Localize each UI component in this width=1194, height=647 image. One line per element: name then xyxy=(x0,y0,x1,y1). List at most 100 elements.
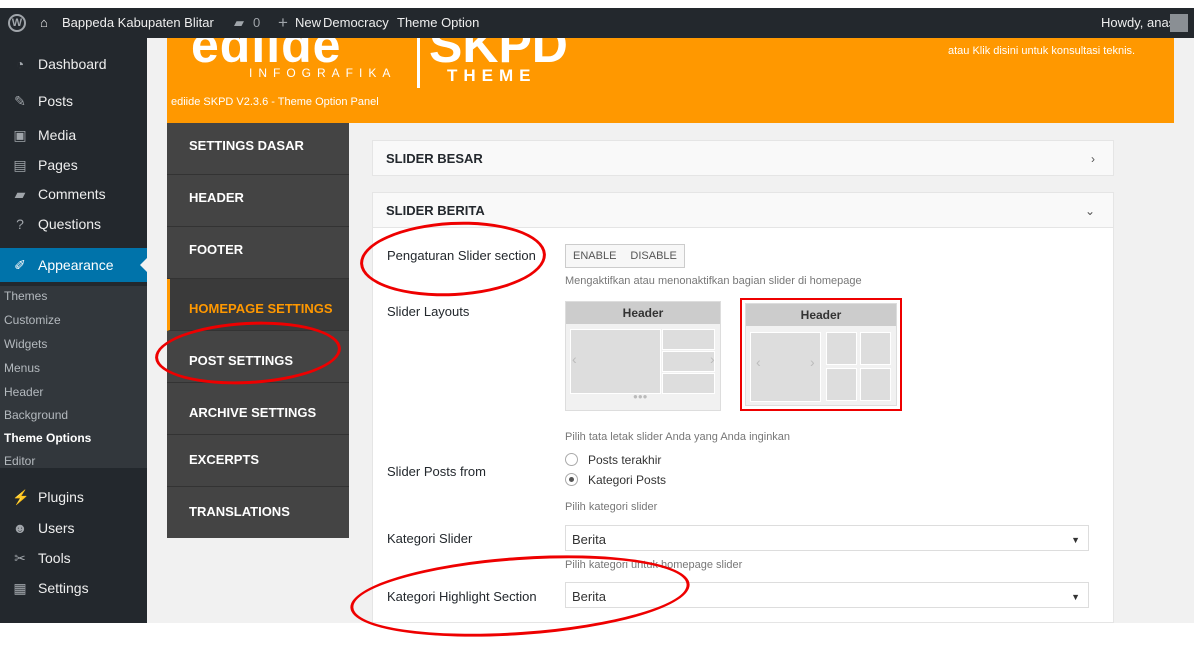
sidebar-item-appearance[interactable]: ✐ Appearance xyxy=(0,248,148,282)
tab-post-settings[interactable]: POST SETTINGS xyxy=(167,331,349,383)
consult-link[interactable]: atau Klik disini untuk konsultasi teknis… xyxy=(948,45,1135,57)
chevron-right-icon: › xyxy=(1091,152,1095,166)
howdy-link[interactable]: Howdy, anas xyxy=(1101,8,1175,38)
slider-berita-body: Pengaturan Slider section ENABLE DISABLE… xyxy=(372,228,1114,623)
logo-theme: THEME xyxy=(447,66,537,85)
options-panel: SLIDER BESAR › SLIDER BERITA ⌄ Pengatura… xyxy=(349,123,1134,623)
layout-block xyxy=(662,329,715,350)
sidebar-item-label: Pages xyxy=(38,157,78,173)
kategori-slider-label: Kategori Slider xyxy=(387,531,473,546)
sidebar-item-users[interactable]: ☻ Users xyxy=(0,515,147,541)
radio-label: Kategori Posts xyxy=(588,473,667,487)
avatar[interactable] xyxy=(1170,14,1188,32)
comments-count[interactable]: 0 xyxy=(253,8,260,38)
sidebar-item-label: Posts xyxy=(38,93,74,109)
layout-block xyxy=(860,368,891,401)
submenu-background[interactable]: Background xyxy=(4,405,68,425)
sidebar-item-tools[interactable]: ✂ Tools xyxy=(0,545,147,571)
layout-block xyxy=(570,329,661,394)
tab-archive-settings[interactable]: ARCHIVE SETTINGS xyxy=(167,383,349,435)
sidebar-item-dashboard[interactable]: ◔ Dashboard xyxy=(0,51,147,77)
home-icon[interactable]: ⌂ xyxy=(40,8,48,38)
content-area: ediide INFOGRAFIKA SKPD THEME ediide SKP… xyxy=(147,38,1194,623)
new-link[interactable]: New xyxy=(295,8,321,38)
submenu-header[interactable]: Header xyxy=(4,382,43,402)
sidebar-item-label: Questions xyxy=(38,216,102,232)
sidebar-item-plugins[interactable]: ⚡ Plugins xyxy=(0,484,147,510)
posts-from-desc: Pilih kategori slider xyxy=(565,501,658,513)
submenu-customize[interactable]: Customize xyxy=(4,310,61,330)
submenu-theme-options[interactable]: Theme Options xyxy=(4,428,91,448)
sidebar-item-pages[interactable]: ▤ Pages xyxy=(0,152,147,178)
layout-header: Header xyxy=(566,302,720,324)
radio-circle[interactable] xyxy=(565,453,578,466)
democracy-link[interactable]: Democracy xyxy=(323,8,389,38)
sidebar-item-media[interactable]: ▣ Media xyxy=(0,122,147,148)
logo-divider xyxy=(417,38,420,88)
layout-header: Header xyxy=(746,304,896,326)
kategori-desc: Pilih kategori untuk homepage slider xyxy=(565,559,743,571)
radio-posts-terakhir[interactable]: Posts terakhir xyxy=(565,453,661,467)
tab-translations[interactable]: TRANSLATIONS xyxy=(167,487,349,539)
tab-footer[interactable]: FOOTER xyxy=(167,227,349,279)
layout-option-2-selected[interactable]: Header ‹ › xyxy=(740,298,902,411)
tab-settings-dasar[interactable]: SETTINGS DASAR xyxy=(167,123,349,175)
plus-icon[interactable]: + xyxy=(278,8,288,38)
radio-circle-selected[interactable] xyxy=(565,473,578,486)
sidebar-item-comments[interactable]: ▰ Comments xyxy=(0,181,147,207)
sidebar-item-label: Appearance xyxy=(38,257,114,273)
submenu-themes[interactable]: Themes xyxy=(4,286,47,306)
pengaturan-desc: Mengaktifkan atau menonaktifkan bagian s… xyxy=(565,275,862,287)
theme-option-link[interactable]: Theme Option xyxy=(397,8,479,38)
slider-posts-from-label: Slider Posts from xyxy=(387,464,486,479)
tab-header[interactable]: HEADER xyxy=(167,175,349,227)
disable-button[interactable]: DISABLE xyxy=(623,245,683,267)
pager-dots-icon: ●●● xyxy=(633,392,648,401)
radio-kategori-posts[interactable]: Kategori Posts xyxy=(565,473,666,487)
sidebar-item-label: Comments xyxy=(38,186,106,202)
tab-homepage-settings[interactable]: HOMEPAGE SETTINGS xyxy=(167,279,349,331)
wordpress-logo-icon[interactable]: W xyxy=(8,14,26,32)
enable-disable-toggle: ENABLE DISABLE xyxy=(565,244,685,268)
wrench-icon: ✂ xyxy=(14,550,26,566)
sidebar-item-label: Users xyxy=(38,520,75,536)
layout-block xyxy=(826,332,857,365)
sidebar-item-label: Tools xyxy=(38,550,71,566)
plugin-icon: ⚡ xyxy=(12,489,30,505)
sidebar-item-label: Settings xyxy=(38,580,89,596)
layout-block xyxy=(662,351,715,372)
theme-banner: ediide INFOGRAFIKA SKPD THEME ediide SKP… xyxy=(167,38,1174,123)
submenu-editor[interactable]: Editor xyxy=(4,451,35,471)
slider-layouts-label: Slider Layouts xyxy=(387,304,470,319)
submenu-menus[interactable]: Menus xyxy=(4,358,40,378)
arrow-right-icon: › xyxy=(710,351,715,367)
arrow-right-icon: › xyxy=(810,354,815,370)
select-value: Berita xyxy=(572,532,606,547)
kategori-highlight-label: Kategori Highlight Section xyxy=(387,589,537,604)
admin-sidebar: ◔ Dashboard ✎ Posts ▣ Media ▤ Pages ▰ Co… xyxy=(0,38,148,623)
comment-icon[interactable]: ▰ xyxy=(234,8,244,38)
kategori-slider-select[interactable]: Berita ▼ xyxy=(565,525,1089,551)
users-icon: ☻ xyxy=(12,520,28,536)
caret-down-icon: ▼ xyxy=(1071,592,1080,602)
sidebar-item-posts[interactable]: ✎ Posts xyxy=(0,88,147,114)
sidebar-item-questions[interactable]: ? Questions xyxy=(0,211,147,237)
section-title: SLIDER BESAR xyxy=(386,151,483,166)
radio-label: Posts terakhir xyxy=(588,453,662,467)
layout-option-1[interactable]: Header ‹ › ●●● xyxy=(565,301,721,411)
section-slider-berita[interactable]: SLIDER BERITA ⌄ xyxy=(372,192,1114,228)
layouts-desc: Pilih tata letak slider Anda yang Anda i… xyxy=(565,431,791,443)
sidebar-item-label: Plugins xyxy=(38,489,84,505)
admin-bar: W ⌂ Bappeda Kabupaten Blitar ▰ 0 + New D… xyxy=(0,8,1194,38)
kategori-highlight-select[interactable]: Berita ▼ xyxy=(565,582,1089,608)
arrow-left-icon: ‹ xyxy=(572,351,577,367)
enable-button[interactable]: ENABLE xyxy=(566,245,623,267)
submenu-widgets[interactable]: Widgets xyxy=(4,334,47,354)
version-text: ediide SKPD V2.3.6 - Theme Option Panel xyxy=(171,96,379,108)
comment-icon: ▰ xyxy=(14,186,26,202)
tab-excerpts[interactable]: EXCERPTS xyxy=(167,435,349,487)
section-slider-besar[interactable]: SLIDER BESAR › xyxy=(372,140,1114,176)
chevron-down-icon: ⌄ xyxy=(1084,204,1095,218)
site-name-link[interactable]: Bappeda Kabupaten Blitar xyxy=(62,8,214,38)
sidebar-item-settings[interactable]: ▦ Settings xyxy=(0,575,147,601)
